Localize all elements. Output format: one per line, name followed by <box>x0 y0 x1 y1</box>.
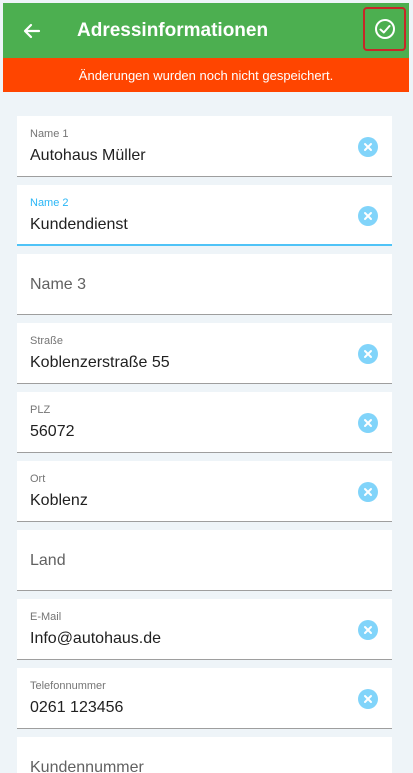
field-value[interactable]: Kundendienst <box>30 216 128 234</box>
close-icon <box>364 626 372 634</box>
clear-button[interactable] <box>358 206 378 226</box>
close-icon <box>364 350 372 358</box>
field-placeholder[interactable]: Land <box>30 552 66 570</box>
app-bar: Adressinformationen <box>3 3 409 58</box>
clear-button[interactable] <box>358 620 378 640</box>
clear-button[interactable] <box>358 413 378 433</box>
clear-button[interactable] <box>358 344 378 364</box>
close-icon <box>364 488 372 496</box>
field-label: Telefonnummer <box>30 680 106 692</box>
field-value[interactable]: Autohaus Müller <box>30 147 146 165</box>
clear-button[interactable] <box>358 482 378 502</box>
field-label: Name 1 <box>30 128 69 140</box>
field-label: E-Mail <box>30 611 62 623</box>
field-placeholder[interactable]: Kundennummer <box>30 759 144 773</box>
field-value[interactable]: Koblenzerstraße 55 <box>30 354 170 372</box>
country-field[interactable]: Land <box>17 530 392 591</box>
save-button[interactable] <box>363 7 406 51</box>
name3-field[interactable]: Name 3 <box>17 254 392 315</box>
address-form: Name 1 Autohaus Müller Name 2 Kundendien… <box>17 116 392 773</box>
name1-field[interactable]: Name 1 Autohaus Müller <box>17 116 392 177</box>
check-circle-icon <box>374 19 395 39</box>
zip-field[interactable]: PLZ 56072 <box>17 392 392 453</box>
field-label: Ort <box>30 473 46 485</box>
close-icon <box>364 143 372 151</box>
unsaved-changes-banner: Änderungen wurden noch nicht gespeichert… <box>3 58 409 92</box>
field-value[interactable]: 0261 123456 <box>30 699 123 717</box>
clear-button[interactable] <box>358 137 378 157</box>
close-icon <box>364 212 372 220</box>
field-value[interactable]: Koblenz <box>30 492 88 510</box>
field-label: Name 2 <box>30 197 69 209</box>
field-placeholder[interactable]: Name 3 <box>30 276 86 294</box>
close-icon <box>364 695 372 703</box>
back-button[interactable] <box>7 3 57 58</box>
close-icon <box>364 419 372 427</box>
arrow-left-icon <box>23 23 41 38</box>
field-value[interactable]: Info@autohaus.de <box>30 630 161 648</box>
email-field[interactable]: E-Mail Info@autohaus.de <box>17 599 392 660</box>
field-label: Straße <box>30 335 64 347</box>
phone-field[interactable]: Telefonnummer 0261 123456 <box>17 668 392 729</box>
street-field[interactable]: Straße Koblenzerstraße 55 <box>17 323 392 384</box>
customer-number-field[interactable]: Kundennummer <box>17 737 392 773</box>
page-title: Adressinformationen <box>77 19 269 41</box>
field-value[interactable]: 56072 <box>30 423 75 441</box>
clear-button[interactable] <box>358 689 378 709</box>
field-label: PLZ <box>30 404 51 416</box>
name2-field[interactable]: Name 2 Kundendienst <box>17 185 392 246</box>
city-field[interactable]: Ort Koblenz <box>17 461 392 522</box>
